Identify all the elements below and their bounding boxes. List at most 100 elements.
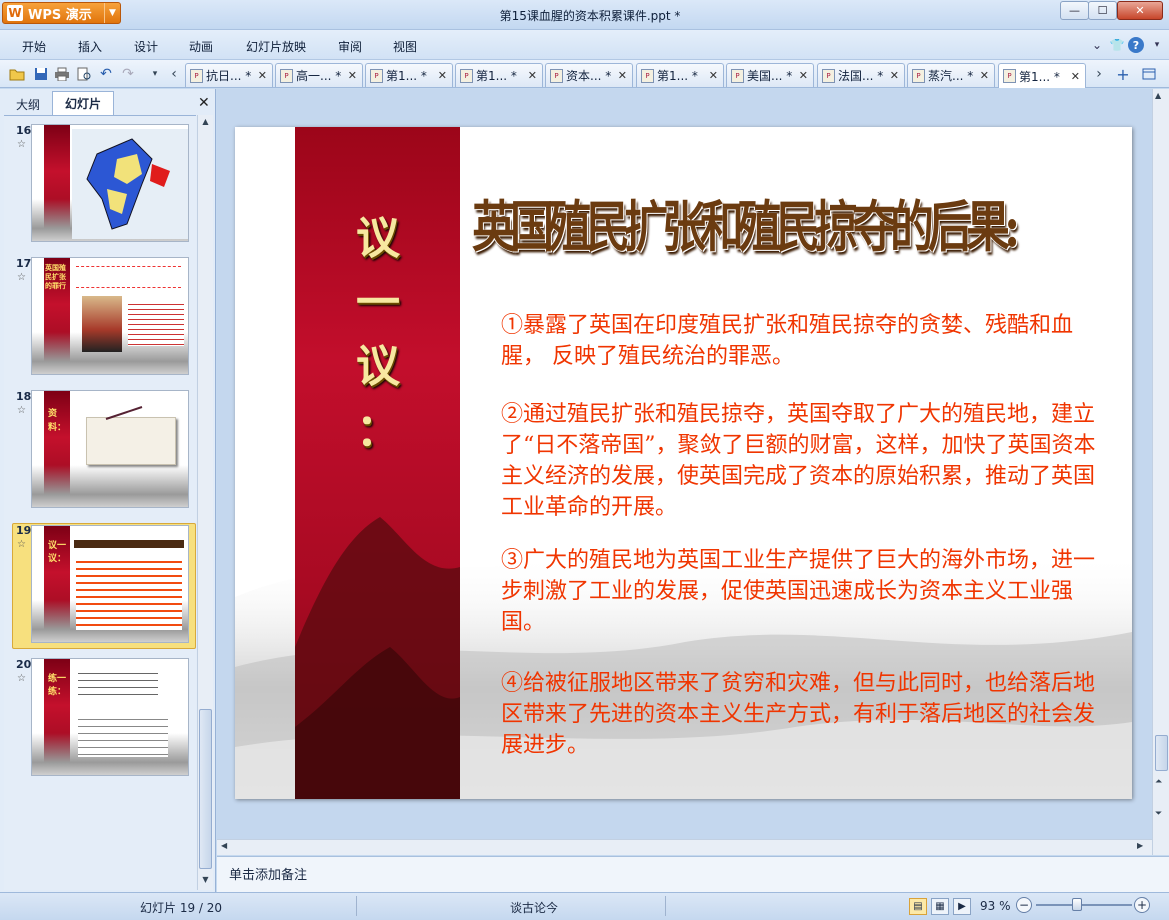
slide-number: 17 bbox=[16, 257, 32, 270]
chevron-down-icon[interactable]: ⌄ bbox=[1088, 37, 1106, 53]
menu-view[interactable]: 视图 bbox=[393, 38, 417, 55]
chevron-down-icon[interactable]: ▾ bbox=[1148, 37, 1166, 53]
slide-thumbnail-20[interactable]: 练一练： bbox=[31, 658, 189, 776]
slide-thumbnail-18[interactable]: 资料： bbox=[31, 390, 189, 508]
scroll-thumb[interactable] bbox=[199, 709, 212, 869]
status-bar: 幻灯片 19 / 20 谈古论今 ▤ ▦ ▶ 93 % − + bbox=[0, 892, 1169, 920]
paragraph-1[interactable]: ①暴露了英国在印度殖民扩张和殖民掠夺的贪婪、残酷和血腥， 反映了殖民统治的罪恶。 bbox=[501, 310, 1101, 372]
zoom-level: 93 % bbox=[980, 899, 1011, 913]
help-icon[interactable]: ? bbox=[1128, 37, 1144, 53]
tab-scroll-left-icon[interactable]: ‹ bbox=[165, 65, 183, 83]
panel-close-icon[interactable]: ✕ bbox=[198, 95, 210, 111]
red-mountain-image bbox=[295, 517, 460, 799]
prev-slide-icon[interactable]: ⏶ bbox=[1155, 777, 1162, 787]
tab-scroll-right-icon[interactable]: › bbox=[1090, 65, 1108, 83]
tab-slides[interactable]: 幻灯片 bbox=[52, 91, 114, 115]
doc-tab[interactable]: P 第1... * ✕ bbox=[455, 63, 543, 87]
close-icon[interactable]: ✕ bbox=[438, 69, 447, 82]
document-title: 第15课血腥的资本积累课件.ppt * bbox=[499, 9, 681, 23]
menu-slideshow[interactable]: 幻灯片放映 bbox=[246, 38, 306, 55]
slide-canvas[interactable]: 议 一 议 ： 英国殖民扩张和殖民掠夺的后果: ①暴露了英国在印度殖民扩张和殖民… bbox=[235, 127, 1132, 799]
doc-tab[interactable]: P 资本... * ✕ bbox=[545, 63, 633, 87]
new-tab-icon[interactable]: + bbox=[1114, 65, 1132, 84]
doc-tab-active[interactable]: P 第1... * ✕ bbox=[998, 63, 1086, 88]
ppt-file-icon: P bbox=[280, 68, 293, 83]
close-icon[interactable]: ✕ bbox=[1071, 70, 1080, 83]
doc-tab[interactable]: P 第1... * ✕ bbox=[636, 63, 724, 87]
undo-icon[interactable]: ↶ bbox=[97, 65, 115, 83]
close-icon[interactable]: ✕ bbox=[528, 69, 537, 82]
zoom-slider[interactable] bbox=[1036, 904, 1132, 906]
close-icon[interactable]: ✕ bbox=[618, 69, 627, 82]
app-name: WPS 演示 bbox=[28, 7, 92, 23]
save-icon[interactable] bbox=[32, 65, 50, 83]
ppt-file-icon: P bbox=[912, 68, 925, 83]
wps-app-menu-button[interactable]: W WPS 演示 ▼ bbox=[2, 2, 121, 24]
zoom-in-icon[interactable]: + bbox=[1134, 897, 1150, 913]
doc-tab[interactable]: P 法国... * ✕ bbox=[817, 63, 905, 87]
slide-thumbnail-16[interactable] bbox=[31, 124, 189, 242]
menu-insert[interactable]: 插入 bbox=[78, 38, 102, 55]
close-icon[interactable]: ✕ bbox=[258, 69, 267, 82]
document-tab-bar: ↶ ↷ ▾ ‹ P 抗日... * ✕ P 高一... * ✕ P 第1... * ✕ P第… bbox=[0, 60, 1169, 88]
menu-animation[interactable]: 动画 bbox=[189, 38, 213, 55]
close-button[interactable]: ✕ bbox=[1117, 1, 1163, 20]
scroll-up-icon[interactable]: ▲ bbox=[1155, 91, 1161, 100]
doc-tab[interactable]: P 抗日... * ✕ bbox=[185, 63, 273, 87]
menu-review[interactable]: 审阅 bbox=[338, 38, 362, 55]
title-bar: W WPS 演示 ▼ 第15课血腥的资本积累课件.ppt * — ☐ ✕ bbox=[0, 0, 1169, 30]
skin-icon[interactable]: 👕 bbox=[1108, 37, 1126, 53]
paragraph-2[interactable]: ②通过殖民扩张和殖民掠夺，英国夺取了广大的殖民地，建立了“日不落帝国”，聚敛了巨… bbox=[501, 399, 1101, 523]
close-icon[interactable]: ✕ bbox=[709, 69, 718, 82]
doc-tab[interactable]: P 美国... * ✕ bbox=[726, 63, 814, 87]
scroll-right-icon[interactable]: ▶ bbox=[1137, 841, 1143, 850]
slide-thumbnail-17[interactable]: 英国殖民扩张的罪行 bbox=[31, 257, 189, 375]
slide-sorter-icon[interactable]: ▦ bbox=[931, 898, 949, 915]
close-icon[interactable]: ✕ bbox=[980, 69, 989, 82]
maximize-button[interactable]: ☐ bbox=[1088, 1, 1117, 20]
tab-list-icon[interactable] bbox=[1140, 65, 1158, 83]
animation-star-icon: ☆ bbox=[17, 539, 26, 550]
ppt-file-icon: P bbox=[641, 68, 654, 83]
notes-pane[interactable]: 单击添加备注 bbox=[217, 856, 1169, 892]
doc-tab[interactable]: P 第1... * ✕ bbox=[365, 63, 453, 87]
print-preview-icon[interactable] bbox=[75, 65, 93, 83]
open-folder-icon[interactable] bbox=[8, 65, 26, 83]
slide-heading[interactable]: 英国殖民扩张和殖民掠夺的后果: bbox=[472, 182, 1112, 301]
editor-vertical-scrollbar[interactable]: ▲ ⏶ ⏷ bbox=[1152, 89, 1169, 855]
print-icon[interactable] bbox=[53, 65, 71, 83]
close-icon[interactable]: ✕ bbox=[799, 69, 808, 82]
wps-logo-icon: W bbox=[7, 5, 23, 21]
doc-tab[interactable]: P 高一... * ✕ bbox=[275, 63, 363, 87]
doc-tab[interactable]: P 蒸汽... * ✕ bbox=[907, 63, 995, 87]
close-icon[interactable]: ✕ bbox=[348, 69, 357, 82]
zoom-slider-thumb[interactable] bbox=[1072, 898, 1082, 911]
paragraph-3[interactable]: ③广大的殖民地为英国工业生产提供了巨大的海外市场，进一步刺激了工业的发展，促使英… bbox=[501, 545, 1101, 638]
normal-view-icon[interactable]: ▤ bbox=[909, 898, 927, 915]
scroll-left-icon[interactable]: ◀ bbox=[221, 841, 227, 850]
animation-star-icon: ☆ bbox=[17, 673, 26, 684]
menu-home[interactable]: 开始 bbox=[22, 38, 46, 55]
paragraph-4[interactable]: ④给被征服地区带来了贫穷和灾难，但与此同时，也给落后地区带来了先进的资本主义生产… bbox=[501, 668, 1101, 761]
zoom-out-icon[interactable]: − bbox=[1016, 897, 1032, 913]
menu-design[interactable]: 设计 bbox=[134, 38, 158, 55]
thumbnail-scrollbar[interactable]: ▲ ▼ bbox=[197, 115, 213, 890]
customize-toolbar-icon[interactable]: ▾ bbox=[146, 65, 164, 83]
slide-number: 16 bbox=[16, 124, 32, 137]
editor-horizontal-scrollbar[interactable]: ◀ ▶ bbox=[217, 839, 1152, 855]
scroll-down-icon[interactable]: ▼ bbox=[199, 875, 212, 888]
slide-thumbnail-list: 16 ☆ 17 ☆ 英国殖民扩张的罪行 18 ☆ 资料： 19 ☆ 议一议： 2… bbox=[4, 115, 196, 890]
next-slide-icon[interactable]: ⏷ bbox=[1155, 809, 1162, 819]
slide-thumbnail-19[interactable]: 议一议： bbox=[31, 525, 189, 643]
quill-icon bbox=[105, 406, 143, 420]
scroll-thumb[interactable] bbox=[1155, 735, 1168, 771]
scroll-up-icon[interactable]: ▲ bbox=[199, 117, 212, 130]
slideshow-icon[interactable]: ▶ bbox=[953, 898, 971, 915]
animation-star-icon: ☆ bbox=[17, 139, 26, 150]
close-icon[interactable]: ✕ bbox=[890, 69, 899, 82]
minimize-button[interactable]: — bbox=[1060, 1, 1089, 20]
slide-number: 19 bbox=[16, 524, 32, 537]
redo-icon[interactable]: ↷ bbox=[119, 65, 137, 83]
ppt-file-icon: P bbox=[190, 68, 203, 83]
tab-outline[interactable]: 大纲 bbox=[6, 93, 50, 115]
